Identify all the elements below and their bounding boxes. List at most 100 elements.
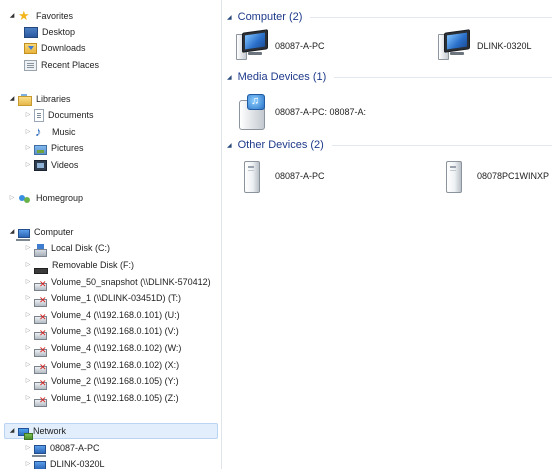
nav-libraries-label: Libraries [36,94,71,104]
collapse-arrow-icon[interactable]: ▷ [24,361,32,369]
nav-item-videos[interactable]: ▷ Videos [0,157,78,173]
device-label: DLINK-0320L [477,41,532,51]
nav-item-label: Pictures [51,143,84,153]
group-header-computer[interactable]: ◢ Computer (2) [222,8,552,26]
nav-item-label: Recent Places [41,60,100,70]
nav-item-music[interactable]: ▷ Music [0,124,76,140]
media-server-icon [234,94,270,130]
collapse-arrow-icon[interactable]: ▷ [24,261,32,269]
pictures-icon [34,145,47,155]
nav-item-volume-u[interactable]: ▷ Volume_4 (\\192.168.0.101) (U:) [0,307,180,324]
group-header-other-devices[interactable]: ◢ Other Devices (2) [222,136,552,154]
collapse-arrow-icon[interactable]: ▷ [24,394,32,402]
collapse-arrow-icon[interactable]: ▷ [24,327,32,335]
device-item-dlink-0320l[interactable]: DLINK-0320L [436,28,532,64]
nav-item-label: Music [52,127,76,137]
downloads-icon [24,42,37,54]
collapse-group-icon[interactable]: ◢ [227,14,232,21]
nav-item-removable-disk[interactable]: ▷ Removable Disk (F:) [0,257,135,274]
homegroup-icon [18,192,32,205]
expand-arrow-icon[interactable]: ◢ [8,12,16,20]
nav-item-label: Volume_4 (\\192.168.0.102) (W:) [51,343,182,353]
nav-item-label: Volume_50_snapshot (\\DLINK-570412) [51,277,211,287]
nav-item-pictures[interactable]: ▷ Pictures [0,140,84,156]
nav-item-volume-z[interactable]: ▷ Volume_1 (\\192.168.0.105) (Z:) [0,390,179,407]
disconnected-network-drive-icon [34,379,47,390]
group-title: Other Devices (2) [237,139,324,151]
computer-icon [34,460,46,469]
nav-item-label: Volume_1 (\\DLINK-03451D) (T:) [51,293,182,303]
nav-item-volume-v[interactable]: ▷ Volume_3 (\\192.168.0.101) (V:) [0,323,179,340]
expand-arrow-icon[interactable]: ◢ [8,427,16,435]
collapse-arrow-icon[interactable]: ▷ [24,460,32,468]
libraries-icon [18,94,32,106]
nav-item-label: Videos [51,160,79,170]
nav-computer-label: Computer [34,227,74,237]
nav-libraries[interactable]: ◢ Libraries [0,91,71,107]
disconnected-network-drive-icon [34,296,47,307]
nav-item-dlink-0320l[interactable]: ▷ DLINK-0320L [0,456,105,469]
nav-item-volume-y[interactable]: ▷ Volume_2 (\\192.168.0.105) (Y:) [0,373,179,390]
nav-item-documents[interactable]: ▷ Documents [0,107,94,123]
collapse-arrow-icon[interactable]: ▷ [24,294,32,302]
collapse-arrow-icon[interactable]: ▷ [24,278,32,286]
nav-item-08087-a-pc[interactable]: ▷ 08087-A-PC [0,440,100,457]
nav-favorites-label: Favorites [36,11,74,21]
music-icon [34,124,48,140]
nav-item-downloads[interactable]: Downloads [0,40,86,56]
device-label: 08078PC1WINXP [477,171,550,181]
other-device-item-08087-a-pc[interactable]: 08087-A-PC [234,158,325,194]
nav-computer[interactable]: ◢ Computer [0,224,74,241]
network-icon [18,428,33,440]
nav-item-label: Volume_3 (\\192.168.0.102) (X:) [51,360,180,370]
nav-item-label: Removable Disk (F:) [52,260,135,270]
nav-item-recent-places[interactable]: Recent Places [0,57,99,73]
expand-arrow-icon[interactable]: ◢ [8,95,16,103]
collapse-arrow-icon[interactable]: ▷ [24,444,32,452]
other-device-item-08078pc1winxp[interactable]: 08078PC1WINXP [436,158,549,194]
nav-item-local-disk[interactable]: ▷ Local Disk (C:) [0,240,111,257]
nav-item-desktop[interactable]: Desktop [0,24,75,40]
device-label: 08087-A-PC [275,41,325,51]
nav-item-label: Volume_4 (\\192.168.0.101) (U:) [51,310,180,320]
device-item-08087-a-pc[interactable]: 08087-A-PC [234,28,325,64]
computer-icon [16,228,30,241]
nav-item-volume-50-snapshot[interactable]: ▷ Volume_50_snapshot (\\DLINK-570412) [0,274,211,291]
collapse-arrow-icon[interactable]: ▷ [24,161,32,169]
collapse-arrow-icon[interactable]: ▷ [24,311,32,319]
navigation-pane: ◢ Favorites Desktop Downloads Recent Pla… [0,0,222,469]
collapse-group-icon[interactable]: ◢ [227,74,232,81]
device-label: 08087-A-PC [275,171,325,181]
nav-homegroup[interactable]: ▷ Homegroup [0,190,83,206]
documents-icon [34,108,44,122]
nav-item-label: Volume_1 (\\192.168.0.105) (Z:) [51,393,179,403]
nav-homegroup-label: Homegroup [36,193,84,203]
network-computer-icon [234,28,270,64]
collapse-arrow-icon[interactable]: ▷ [24,344,32,352]
nav-favorites[interactable]: ◢ Favorites [0,8,73,24]
nav-item-volume-x[interactable]: ▷ Volume_3 (\\192.168.0.102) (X:) [0,357,180,374]
content-pane: ◢ Computer (2) 08087-A-PC DLINK-0320L ◢ … [222,0,558,469]
collapse-arrow-icon[interactable]: ▷ [24,377,32,385]
nav-item-label: Local Disk (C:) [51,243,111,253]
nav-item-volume-w[interactable]: ▷ Volume_4 (\\192.168.0.102) (W:) [0,340,182,357]
star-icon [18,8,32,24]
expand-arrow-icon[interactable]: ◢ [8,228,16,236]
group-header-media-devices[interactable]: ◢ Media Devices (1) [222,68,552,86]
collapse-arrow-icon[interactable]: ▷ [8,194,16,202]
disconnected-network-drive-icon [34,329,47,340]
media-item-08087-a-pc[interactable]: 08087-A-PC: 08087-A: [234,94,366,130]
group-divider [334,76,552,78]
collapse-arrow-icon[interactable]: ▷ [24,144,32,152]
collapse-group-icon[interactable]: ◢ [227,142,232,149]
nav-network-label: Network [33,426,67,436]
nav-item-label: Volume_2 (\\192.168.0.105) (Y:) [51,376,179,386]
collapse-arrow-icon[interactable]: ▷ [24,111,32,119]
nav-network[interactable]: ◢ Network [4,423,218,440]
collapse-arrow-icon[interactable]: ▷ [24,244,32,252]
nav-item-volume-t[interactable]: ▷ Volume_1 (\\DLINK-03451D) (T:) [0,290,182,307]
device-icon [234,158,270,194]
group-divider [331,144,552,146]
nav-item-label: DLINK-0320L [50,459,105,469]
collapse-arrow-icon[interactable]: ▷ [24,128,32,136]
